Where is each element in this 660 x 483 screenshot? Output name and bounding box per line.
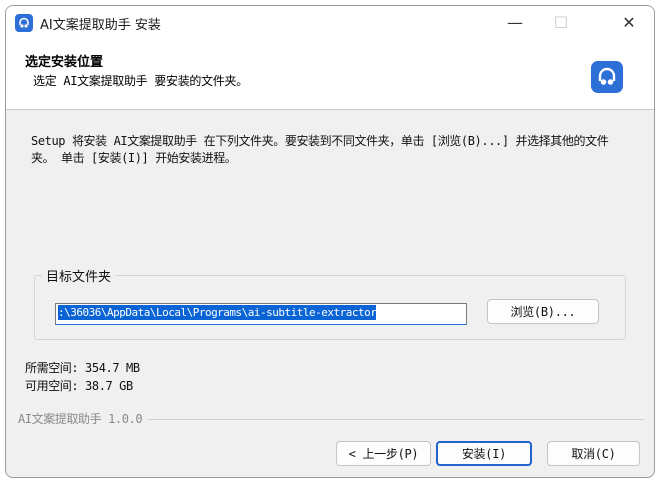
- minimize-button[interactable]: —: [492, 6, 538, 39]
- app-icon: [591, 61, 623, 93]
- page-header: 选定安装位置 选定 AI文案提取助手 要安装的文件夹。: [6, 39, 654, 110]
- space-available: 可用空间: 38.7 GB: [25, 379, 133, 393]
- close-button[interactable]: ✕: [606, 6, 652, 39]
- install-button[interactable]: 安装(I): [436, 441, 532, 466]
- title-bar: AI文案提取助手 安装 — ☐ ✕: [6, 6, 654, 39]
- installer-window: AI文案提取助手 安装 — ☐ ✕ 选定安装位置 选定 AI文案提取助手 要安装…: [5, 5, 655, 478]
- brand-text: AI文案提取助手 1.0.0: [18, 410, 149, 427]
- cancel-button[interactable]: 取消(C): [547, 441, 640, 466]
- group-label: 目标文件夹: [42, 266, 116, 285]
- app-icon: [15, 14, 33, 32]
- maximize-button[interactable]: ☐: [538, 6, 584, 39]
- back-button[interactable]: < 上一步(P): [336, 441, 431, 466]
- space-required: 所需空间: 354.7 MB: [25, 361, 140, 375]
- install-path-value: :\36036\AppData\Local\Programs\ai-subtit…: [58, 305, 377, 320]
- install-path-input[interactable]: :\36036\AppData\Local\Programs\ai-subtit…: [55, 303, 467, 325]
- page-title: 选定安装位置: [25, 55, 104, 70]
- page-subtitle: 选定 AI文案提取助手 要安装的文件夹。: [33, 74, 248, 88]
- browse-button[interactable]: 浏览(B)...: [487, 299, 599, 324]
- window-title: AI文案提取助手 安装: [40, 18, 161, 33]
- description-text: Setup 将安装 AI文案提取助手 在下列文件夹。要安装到不同文件夹，单击 […: [31, 134, 609, 165]
